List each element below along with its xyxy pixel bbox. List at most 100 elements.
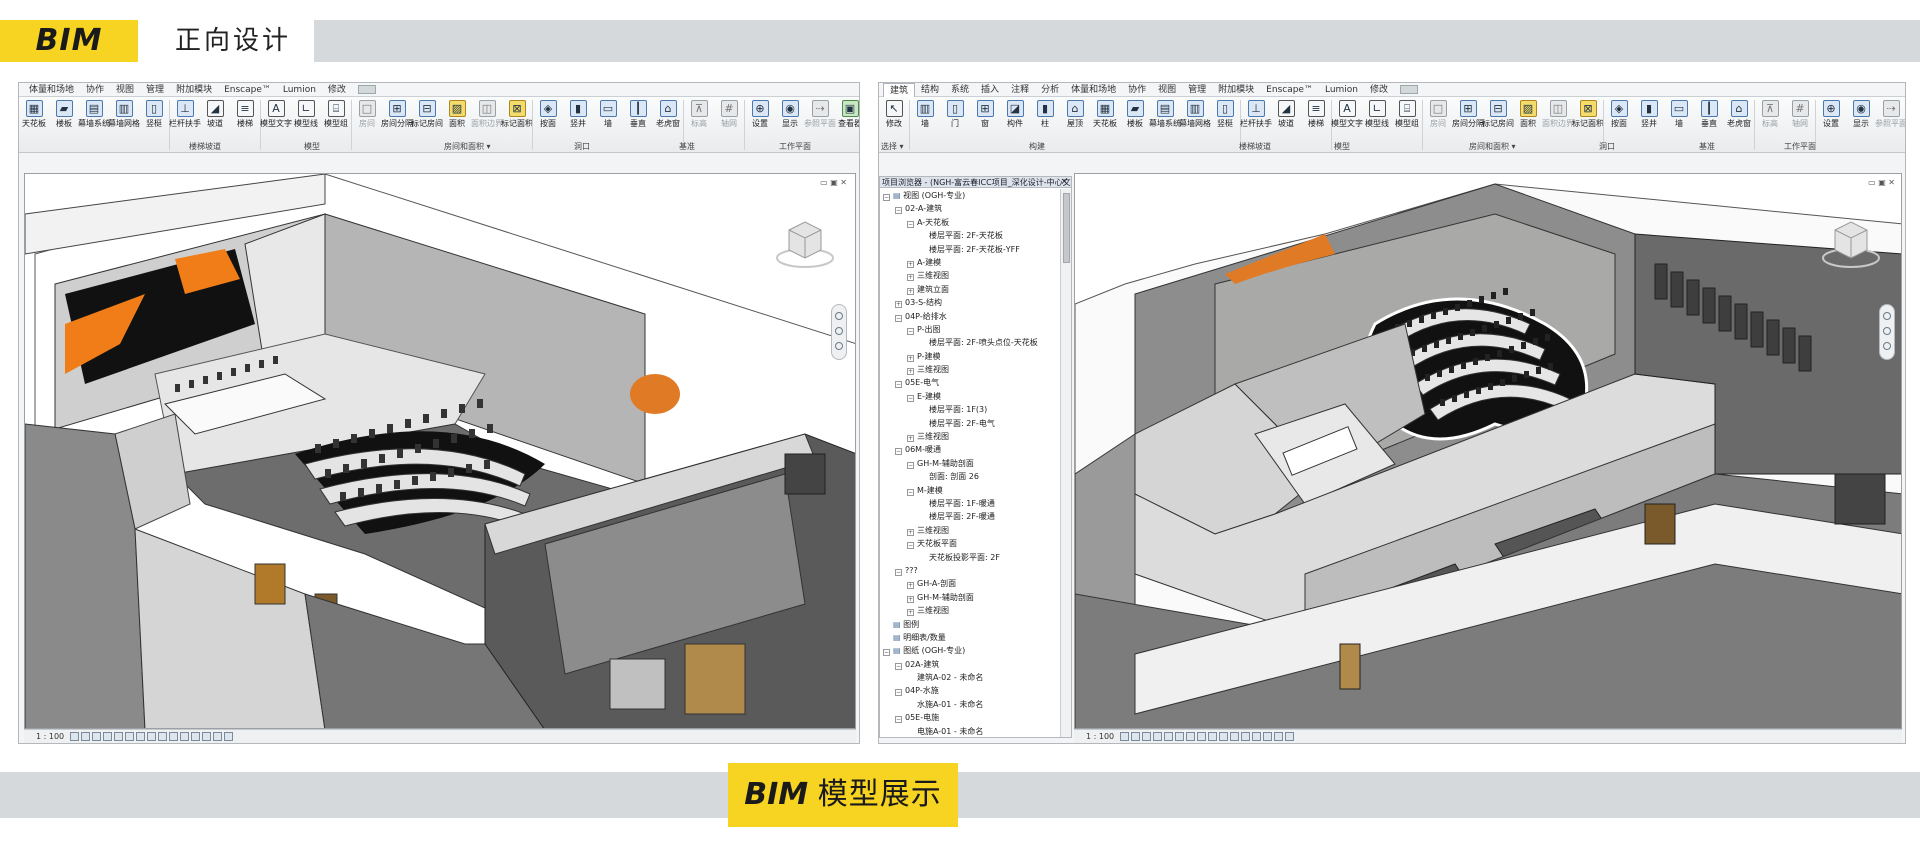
- left-navigation-bar[interactable]: [831, 304, 847, 360]
- expand-icon[interactable]: +: [895, 301, 902, 309]
- expand-icon[interactable]: +: [907, 260, 914, 268]
- tab-0[interactable]: 体量和场地: [23, 83, 80, 97]
- tab-4[interactable]: 附加模块: [170, 83, 218, 97]
- project-browser-scrollbar[interactable]: [1060, 189, 1071, 737]
- panel-label-7[interactable]: 工作平面: [1784, 141, 1816, 152]
- vertical-button[interactable]: ┃ 垂直: [1694, 97, 1724, 139]
- floor-button[interactable]: ▰ 楼板: [1120, 97, 1150, 139]
- curtain-system-button[interactable]: ▤ 幕墙系统: [1149, 97, 1181, 139]
- tab-5[interactable]: 分析: [1035, 83, 1065, 97]
- expand-icon[interactable]: +: [907, 609, 914, 617]
- dormer-button[interactable]: ⌂ 老虎窗: [1724, 97, 1754, 139]
- tag-room-button[interactable]: ⊟ 标记房间: [411, 97, 443, 139]
- browser-tree-item[interactable]: −???: [880, 564, 1061, 577]
- right-scale-label[interactable]: 1 : 100: [1086, 732, 1114, 741]
- browser-tree-item[interactable]: − E-建模: [880, 390, 1061, 403]
- stair-button[interactable]: ≡ 楼梯: [230, 97, 260, 139]
- collapse-icon[interactable]: −: [895, 568, 902, 576]
- collapse-icon[interactable]: −: [895, 314, 902, 322]
- wall-opening-button[interactable]: ▭ 墙: [593, 97, 623, 139]
- tab-13[interactable]: 修改: [1364, 83, 1394, 97]
- close-icon[interactable]: ×: [1060, 177, 1068, 188]
- roof-button[interactable]: ⌂ 屋顶: [1060, 97, 1090, 139]
- left-3d-model-view[interactable]: [25, 174, 856, 729]
- browser-tree-item[interactable]: − P-出图: [880, 323, 1061, 336]
- stair-button[interactable]: ≡ 楼梯: [1301, 97, 1331, 139]
- curtain-grid-button[interactable]: ▥ 幕墙网格: [108, 97, 140, 139]
- expand-icon[interactable]: +: [907, 528, 914, 536]
- collapse-icon[interactable]: −: [895, 689, 902, 697]
- panel-label-2[interactable]: 房间和面积 ▾: [444, 141, 491, 152]
- tab-7[interactable]: 协作: [1122, 83, 1152, 97]
- by-face-button[interactable]: ◈ 按面: [533, 97, 563, 139]
- mullion-button[interactable]: ▯ 竖梃: [1210, 97, 1240, 139]
- set-button[interactable]: ⊕ 设置: [1816, 97, 1846, 139]
- room-separator-button[interactable]: ⊞ 房间分隔: [381, 97, 413, 139]
- panel-label-0[interactable]: 楼梯坡道: [189, 141, 221, 152]
- browser-tree-item[interactable]: 楼层平面: 1F(3): [880, 403, 1061, 416]
- panel-label-2[interactable]: 楼梯坡道: [1239, 141, 1271, 152]
- collapse-icon[interactable]: −: [895, 381, 902, 389]
- browser-tree-item[interactable]: −05E-电施: [880, 711, 1061, 724]
- expand-icon[interactable]: +: [907, 368, 914, 376]
- model-text-button[interactable]: A 模型文字: [1331, 97, 1363, 139]
- tab-4[interactable]: 注释: [1005, 83, 1035, 97]
- browser-tree-item[interactable]: − ▤ 视图 (OGH-专业): [880, 189, 1061, 202]
- tab-6[interactable]: 体量和场地: [1065, 83, 1122, 97]
- browser-tree-item[interactable]: 楼层平面: 2F-电气: [880, 417, 1061, 430]
- tab-1[interactable]: 结构: [915, 83, 945, 97]
- vertical-button[interactable]: ┃ 垂直: [623, 97, 653, 139]
- expand-icon[interactable]: +: [907, 595, 914, 603]
- browser-tree-item[interactable]: −02-A-建筑: [880, 202, 1061, 215]
- browser-tree-item[interactable]: − 天花板平面: [880, 537, 1061, 550]
- right-view-cube-icon[interactable]: [1821, 214, 1881, 270]
- browser-tree-item[interactable]: −02A-建筑: [880, 658, 1061, 671]
- tab-9[interactable]: 管理: [1182, 83, 1212, 97]
- collapse-icon[interactable]: −: [907, 394, 914, 402]
- browser-tree-item[interactable]: +03-S-结构: [880, 296, 1061, 309]
- browser-tree-item[interactable]: + 建筑立面: [880, 283, 1061, 296]
- viewer-button[interactable]: ▣ 查看器: [835, 97, 859, 139]
- browser-tree-item[interactable]: + 三维视图: [880, 269, 1061, 282]
- grid-button[interactable]: # 轴网: [1785, 97, 1815, 139]
- browser-tree-item[interactable]: 天花板投影平面: 2F: [880, 551, 1061, 564]
- room-separator-button[interactable]: ⊞ 房间分隔: [1452, 97, 1484, 139]
- collapse-icon[interactable]: −: [883, 194, 890, 201]
- panel-label-4[interactable]: 基准: [679, 141, 695, 152]
- tab-3[interactable]: 管理: [140, 83, 170, 97]
- right-navigation-bar[interactable]: [1879, 304, 1895, 360]
- right-tab-overflow-button[interactable]: [1400, 85, 1419, 94]
- panel-label-3[interactable]: 洞口: [574, 141, 590, 152]
- window-button[interactable]: ⊞ 窗: [970, 97, 1000, 139]
- tab-2[interactable]: 系统: [945, 83, 975, 97]
- panel-label-5[interactable]: 工作平面: [779, 141, 811, 152]
- browser-tree-item[interactable]: 楼层平面: 2F-暖通: [880, 510, 1061, 523]
- expand-icon[interactable]: +: [907, 274, 914, 282]
- collapse-icon[interactable]: −: [883, 649, 890, 657]
- expand-icon[interactable]: +: [907, 354, 914, 362]
- area-boundary-button[interactable]: ◫ 面积边界: [471, 97, 503, 139]
- model-line-button[interactable]: ∟ 模型线: [1362, 97, 1392, 139]
- collapse-icon[interactable]: −: [895, 207, 902, 215]
- browser-tree-item[interactable]: + A-建模: [880, 256, 1061, 269]
- ref-plane-button[interactable]: ⇢ 参照平面: [804, 97, 836, 139]
- expand-icon[interactable]: +: [907, 287, 914, 295]
- browser-tree-item[interactable]: 水施A-01 - 未命名: [880, 698, 1061, 711]
- shaft-button[interactable]: ▮ 竖井: [1634, 97, 1664, 139]
- browser-tree-item[interactable]: −04P-给排水: [880, 310, 1061, 323]
- browser-tree-item[interactable]: + 三维视图: [880, 430, 1061, 443]
- browser-tree-item[interactable]: − GH-M-辅助剖面: [880, 457, 1061, 470]
- grid-button[interactable]: # 轴网: [714, 97, 744, 139]
- railing-button[interactable]: ⊥ 栏杆扶手: [1240, 97, 1272, 139]
- browser-tree-item[interactable]: 楼层平面: 2F-天花板-YFF: [880, 243, 1061, 256]
- expand-icon[interactable]: +: [907, 582, 914, 590]
- panel-label-6[interactable]: 基准: [1699, 141, 1715, 152]
- room-button[interactable]: □ 房间: [1423, 97, 1453, 139]
- browser-tree-item[interactable]: 楼层平面: 1F-暖通: [880, 497, 1061, 510]
- ramp-button[interactable]: ◢ 坡道: [1271, 97, 1301, 139]
- browser-tree-item[interactable]: 建筑A-02 - 未命名: [880, 671, 1061, 684]
- expand-icon[interactable]: +: [907, 435, 914, 443]
- browser-tree-item[interactable]: + GH-A-剖面: [880, 577, 1061, 590]
- tab-8[interactable]: 视图: [1152, 83, 1182, 97]
- floor-button[interactable]: ▰ 楼板: [49, 97, 79, 139]
